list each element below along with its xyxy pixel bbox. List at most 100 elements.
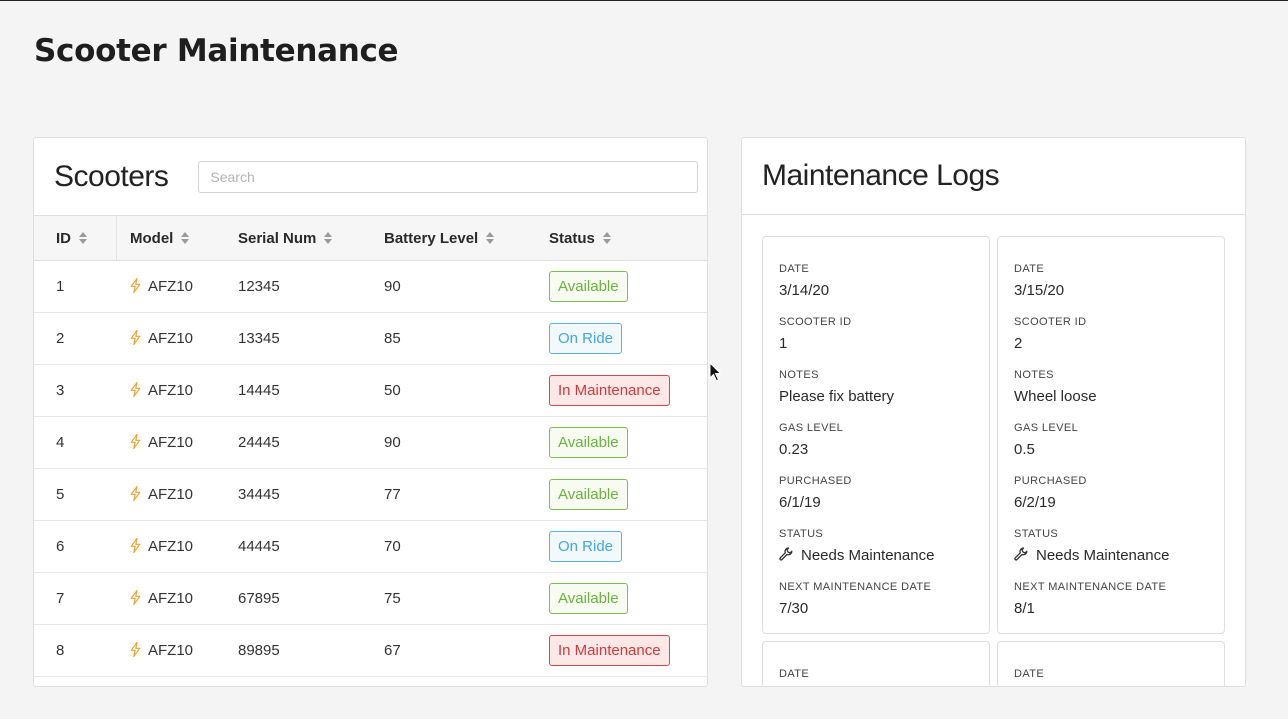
value-text: Needs Maintenance [801, 547, 935, 564]
table-row[interactable]: 3 AFZ10 14445 50 In Maintenance [34, 365, 707, 417]
sort-icon[interactable] [181, 231, 190, 245]
value-text: 7/30 [779, 600, 809, 617]
logs-heading: Maintenance Logs [762, 159, 1000, 192]
status-badge[interactable]: On Ride [549, 531, 623, 562]
model-label: AFZ10 [148, 642, 194, 659]
wrench-icon [1014, 547, 1028, 561]
log-field-next-maintenance-date: NEXT MAINTENANCE DATE 7/30 [779, 580, 973, 619]
status-badge[interactable]: In Maintenance [549, 635, 670, 666]
field-label-next-maintenance-date: NEXT MAINTENANCE DATE [1014, 581, 1167, 593]
status-badge[interactable]: In Maintenance [549, 375, 670, 406]
cell-battery-level: 90 [384, 434, 401, 451]
page-title: Scooter Maintenance [34, 33, 399, 69]
field-value-next-maintenance-date: 7/30 [779, 599, 973, 619]
cell-model: AFZ10 [116, 417, 224, 469]
status-badge[interactable]: On Ride [549, 323, 623, 354]
field-label-next-maintenance-date: NEXT MAINTENANCE DATE [779, 581, 932, 593]
cell-serial-num: 34445 [238, 486, 280, 503]
value-text: Needs Maintenance [1036, 547, 1170, 564]
model-label: AFZ10 [148, 278, 194, 295]
bolt-icon [130, 537, 142, 553]
field-label-notes: NOTES [1014, 369, 1054, 381]
scooters-panel: Scooters ID Model Serial Num Battery Lev… [33, 137, 708, 687]
cell-id: 5 [56, 486, 65, 503]
field-label-gas-level: GAS LEVEL [779, 422, 844, 434]
status-badge[interactable]: Available [549, 271, 628, 302]
model-label: AFZ10 [148, 538, 194, 555]
cell-status: In Maintenance [535, 365, 707, 417]
log-card[interactable]: DATE [762, 641, 990, 686]
field-label-notes: NOTES [779, 369, 819, 381]
sort-icon[interactable] [486, 231, 495, 245]
status-badge[interactable]: Available [549, 479, 628, 510]
sort-icon[interactable] [324, 231, 333, 245]
status-badge[interactable]: Available [549, 427, 628, 458]
maintenance-logs-panel: Maintenance Logs DATE 3/15/20 SCOOTER ID 2 N… [741, 137, 1246, 687]
scooters-table: ID Model Serial Num Battery Level Status… [34, 215, 707, 677]
field-value-purchased: 6/1/19 [779, 493, 973, 513]
cell-status: In Maintenance [535, 625, 707, 677]
field-label-status: STATUS [779, 528, 824, 540]
log-field-next-maintenance-date: NEXT MAINTENANCE DATE 8/1 [1014, 580, 1208, 619]
log-field-date: DATE 3/15/20 [1014, 262, 1208, 301]
cell-serial-num: 12345 [238, 278, 280, 295]
log-card[interactable]: DATE 3/15/20 SCOOTER ID 2 NOTES Wheel loose GA… [997, 236, 1225, 634]
column-header-battery-level[interactable]: Battery Level [370, 216, 535, 261]
log-card[interactable]: DATE [997, 641, 1225, 686]
field-value-date: 3/15/20 [1014, 281, 1208, 301]
table-row[interactable]: 6 AFZ10 44445 70 On Ride [34, 521, 707, 573]
cell-status: On Ride [535, 313, 707, 365]
cell-model: AFZ10 [116, 573, 224, 625]
cell-battery-level: 50 [384, 382, 401, 399]
log-field-purchased: PURCHASED 6/1/19 [779, 474, 973, 513]
log-field-gas-level: GAS LEVEL 0.5 [1014, 421, 1208, 460]
field-label-gas-level: GAS LEVEL [1014, 422, 1079, 434]
table-row[interactable]: 5 AFZ10 34445 77 Available [34, 469, 707, 521]
cell-id: 7 [56, 590, 65, 607]
value-text: 0.23 [779, 441, 809, 458]
cell-id: 8 [56, 642, 65, 659]
cell-status: Available [535, 469, 707, 521]
value-text: 3/15/20 [1014, 282, 1065, 299]
cell-status: On Ride [535, 521, 707, 573]
cell-battery-level: 70 [384, 538, 401, 555]
cell-serial-num: 14445 [238, 382, 280, 399]
value-text: 3/14/20 [779, 282, 830, 299]
bolt-icon [130, 589, 142, 605]
table-row[interactable]: 8 AFZ10 89895 67 In Maintenance [34, 625, 707, 677]
field-label-status: STATUS [1014, 528, 1059, 540]
cell-id: 6 [56, 538, 65, 555]
value-text: 6/2/19 [1014, 494, 1056, 511]
cell-serial-num: 89895 [238, 642, 280, 659]
sort-icon[interactable] [602, 231, 611, 245]
table-row[interactable]: 4 AFZ10 24445 90 Available [34, 417, 707, 469]
column-header-status[interactable]: Status [535, 216, 707, 261]
column-header-serial-num[interactable]: Serial Num [224, 216, 370, 261]
bolt-icon [130, 381, 142, 397]
log-card[interactable]: DATE 3/14/20 SCOOTER ID 1 NOTES Please fix ba… [762, 236, 990, 634]
cell-id: 2 [56, 330, 65, 347]
cell-status: Available [535, 261, 707, 313]
model-label: AFZ10 [148, 590, 194, 607]
table-row[interactable]: 1 AFZ10 12345 90 Available [34, 261, 707, 313]
log-field-status: STATUS Needs Maintenance [1014, 527, 1208, 566]
wrench-icon [779, 547, 793, 561]
field-value-scooter-id: 2 [1014, 334, 1208, 354]
field-value-gas-level: 0.23 [779, 440, 973, 460]
log-field-scooter-id: SCOOTER ID 2 [1014, 315, 1208, 354]
value-text: 1 [779, 335, 788, 352]
field-value-status: Needs Maintenance [779, 546, 973, 566]
field-value-gas-level: 0.5 [1014, 440, 1208, 460]
cell-battery-level: 67 [384, 642, 401, 659]
cell-serial-num: 24445 [238, 434, 280, 451]
cell-model: AFZ10 [116, 469, 224, 521]
column-header-id[interactable]: ID [34, 216, 116, 261]
table-row[interactable]: 7 AFZ10 67895 75 Available [34, 573, 707, 625]
scooters-header: Scooters [34, 138, 707, 215]
field-value-scooter-id: 1 [779, 334, 973, 354]
column-header-model[interactable]: Model [116, 216, 224, 261]
search-input[interactable] [198, 160, 699, 193]
sort-icon[interactable] [79, 231, 87, 245]
table-row[interactable]: 2 AFZ10 13345 85 On Ride [34, 313, 707, 365]
status-badge[interactable]: Available [549, 583, 628, 614]
